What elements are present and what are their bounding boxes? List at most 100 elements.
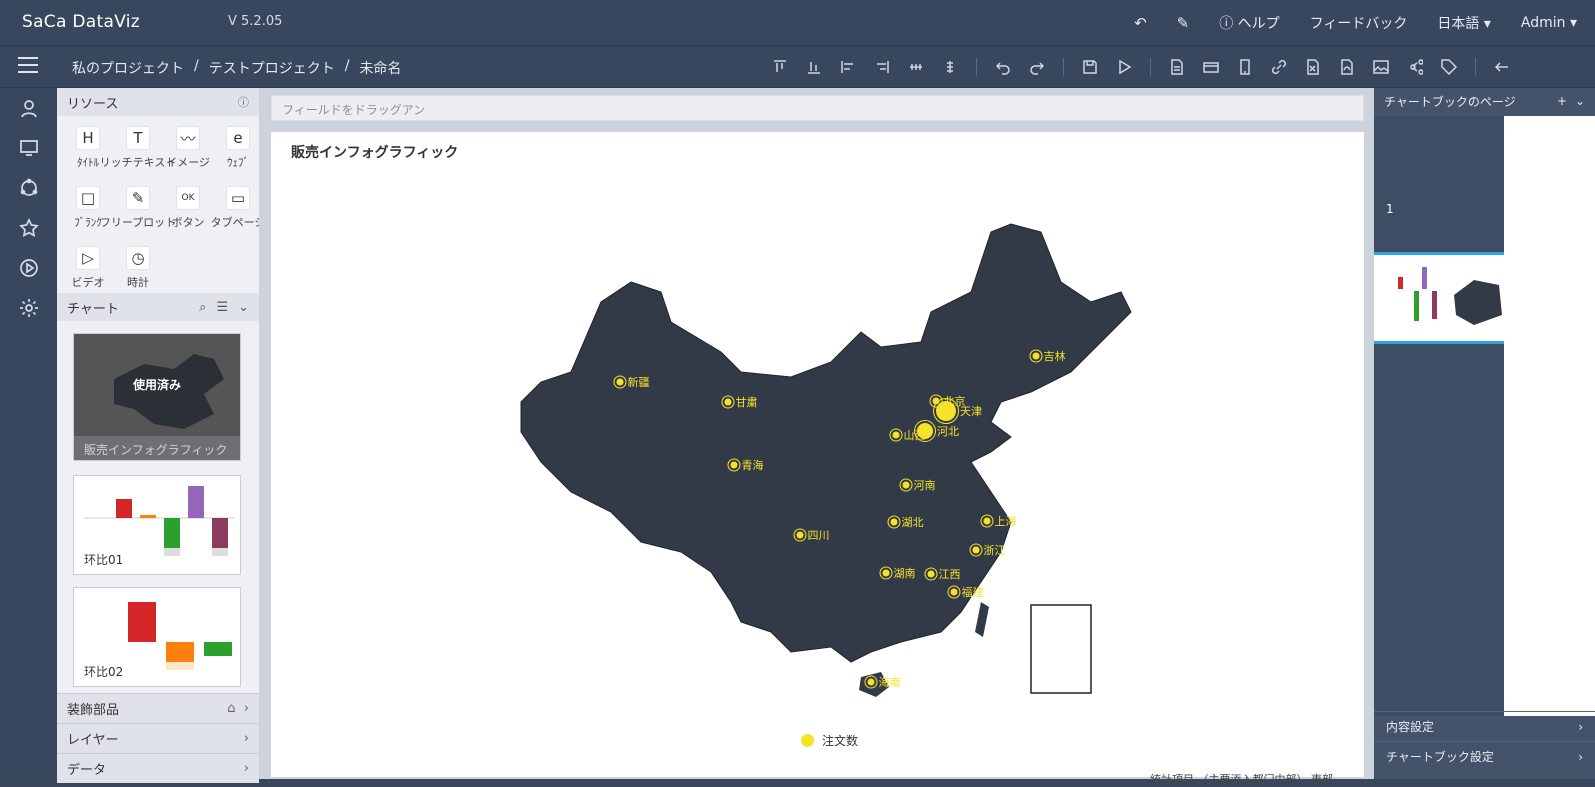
map-point-label: 海南 <box>879 675 901 689</box>
map-point-dot <box>983 517 991 525</box>
nav-play[interactable] <box>0 248 57 288</box>
document-icon[interactable] <box>1169 59 1185 75</box>
chevron-down-icon[interactable]: ⌄ <box>238 300 249 315</box>
feedback-link[interactable]: フィードバック <box>1310 13 1408 33</box>
image-icon[interactable] <box>1373 59 1389 75</box>
user-menu[interactable]: Admin ▾ <box>1521 15 1577 31</box>
nav-refresh[interactable] <box>0 168 57 208</box>
chart-thumb-caption: 販売インフォグラフィック <box>74 436 240 460</box>
list-icon[interactable]: ☰ <box>216 300 228 315</box>
legend[interactable]: 注文数 <box>801 732 858 749</box>
distribute-horizontal-icon[interactable] <box>908 59 924 75</box>
resource-label: ｳｪﾌﾞ <box>227 156 249 169</box>
add-page-icon[interactable]: + <box>1557 94 1567 108</box>
resource-image-item[interactable]: 〰イメージ <box>163 126 213 180</box>
chart-thumb-01[interactable]: 环比01 <box>73 475 241 575</box>
map-point-label: 湖南 <box>894 567 916 580</box>
map-point-dot <box>890 518 898 526</box>
content-settings-accordion[interactable]: 内容設定 › <box>1374 711 1595 741</box>
back-arrow-icon[interactable] <box>1494 59 1510 75</box>
language-select[interactable]: 日本語 ▾ <box>1437 13 1490 33</box>
mobile-icon[interactable] <box>1237 59 1253 75</box>
tool-icons <box>772 54 1510 80</box>
breadcrumb: 私のプロジェクト / テストプロジェクト / 未命名 <box>72 58 401 78</box>
resource-label: ビデオ <box>71 276 105 289</box>
accordion-label: レイヤー <box>67 733 119 748</box>
excel-icon[interactable] <box>1305 59 1321 75</box>
page-thumbnail[interactable] <box>1374 252 1504 344</box>
nav-favorites[interactable] <box>0 208 57 248</box>
toolbar: 私のプロジェクト / テストプロジェクト / 未命名 <box>0 46 1595 88</box>
chevron-right-icon: › <box>243 701 249 716</box>
star-icon <box>18 218 39 237</box>
gear-icon <box>19 299 38 317</box>
map-point-dot <box>902 481 910 489</box>
resource-blank-item[interactable]: □ ﾌﾞﾗﾝｸ <box>63 186 113 240</box>
map-chart-card[interactable]: 販売インフォグラフィック 新疆 甘粛 青海 四川 北京 天津 河北 山西 河南 湖北 上海 浙江 湖南江… <box>271 132 1364 777</box>
undo-arrow-icon[interactable]: ↶ <box>1134 14 1147 32</box>
app-logo[interactable]: SaCa DataViz <box>22 12 140 32</box>
resource-freeplot-item[interactable]: ✎ フリープロット <box>100 186 176 240</box>
china-map: 新疆甘粛青海四川北京天津河北山西河南湖北 上海浙江湖南 江西福建海南吉林 <box>520 223 1132 697</box>
chartbook-settings-accordion[interactable]: チャートブック設定 › <box>1374 741 1595 771</box>
monitor-icon <box>19 140 38 156</box>
help-icon: ⓘ <box>1219 16 1234 32</box>
map-point-label: 四川 <box>808 529 830 542</box>
layer-accordion[interactable]: レイヤー › <box>57 723 259 753</box>
distribute-vertical-icon[interactable] <box>942 59 958 75</box>
top-nav: ↶ ✎ ⓘ ヘルプ フィードバック 日本語 ▾ Admin ▾ <box>1134 0 1577 46</box>
map-point-dot <box>972 546 980 554</box>
map-point-dot <box>882 569 890 577</box>
footnote: 統計項目 （主要添入都门中部） 東部 <box>1150 773 1333 786</box>
chevron-right-icon: › <box>1578 719 1583 734</box>
chevron-down-icon[interactable]: ⌄ <box>1575 94 1585 108</box>
edit-icon[interactable]: ✎ <box>1177 14 1190 32</box>
left-nav <box>0 88 57 779</box>
resource-title-item[interactable]: H ﾀｲﾄﾙ <box>63 126 113 180</box>
nav-settings[interactable] <box>0 288 57 328</box>
resource-web-item[interactable]: e ｳｪﾌﾞ <box>213 126 263 180</box>
resource-richtext-item[interactable]: T リッチテキスト <box>100 126 176 180</box>
redo-icon[interactable] <box>1029 59 1045 75</box>
heading-icon: H <box>76 126 100 150</box>
align-top-icon[interactable] <box>772 59 788 75</box>
field-drop-zone[interactable]: フィールドをドラッグアン <box>271 95 1364 121</box>
align-right-icon[interactable] <box>874 59 890 75</box>
card-icon[interactable] <box>1203 59 1219 75</box>
nav-screen[interactable] <box>0 128 57 168</box>
chevron-down-icon: ▾ <box>1483 16 1491 32</box>
align-left-icon[interactable] <box>840 59 856 75</box>
preview-play-icon[interactable] <box>1116 59 1132 75</box>
chartbook-header: チャートブックのページ + ⌄ <box>1374 88 1595 114</box>
resource-video-item[interactable]: ▷ ビデオ <box>63 246 113 300</box>
decor-accordion[interactable]: 装飾部品 ⌂ › <box>57 693 259 723</box>
map-point-dot <box>1032 352 1040 360</box>
help-link[interactable]: ⓘ ヘルプ <box>1219 13 1279 33</box>
nav-user[interactable] <box>0 88 57 128</box>
help-icon[interactable]: ⓘ <box>238 94 249 110</box>
menu-icon[interactable] <box>18 57 38 75</box>
align-bottom-icon[interactable] <box>806 59 822 75</box>
resource-button-item[interactable]: OK ボタン <box>163 186 213 240</box>
breadcrumb-item[interactable]: 私のプロジェクト <box>72 58 184 78</box>
legend-dot-icon <box>801 734 814 747</box>
pdf-icon[interactable] <box>1339 59 1355 75</box>
chart-thumb-caption: 环比01 <box>84 553 124 567</box>
chevron-down-icon: ▾ <box>1569 15 1577 31</box>
search-icon[interactable]: ⌕ <box>199 300 206 315</box>
resource-tabpage-item[interactable]: ▭ タブページ <box>211 186 265 240</box>
tag-icon[interactable] <box>1441 59 1457 75</box>
breadcrumb-item[interactable]: テストプロジェクト <box>209 58 335 78</box>
chart-thumb-02[interactable]: 环比02 <box>73 587 241 687</box>
share-icon[interactable] <box>1407 59 1423 75</box>
used-badge: 使用済み <box>132 378 181 392</box>
resource-clock-item[interactable]: ◷ 時計 <box>113 246 163 300</box>
link-icon[interactable] <box>1271 59 1287 75</box>
undo-icon[interactable] <box>995 59 1011 75</box>
video-icon: ▷ <box>76 246 100 270</box>
chart-thumb-sales[interactable]: 使用済み 販売インフォグラフィック <box>73 333 241 461</box>
chevron-right-icon: › <box>1578 749 1583 764</box>
save-icon[interactable] <box>1082 59 1098 75</box>
page-strip: 1 <box>1374 116 1504 716</box>
chevron-right-icon: › <box>243 731 249 746</box>
